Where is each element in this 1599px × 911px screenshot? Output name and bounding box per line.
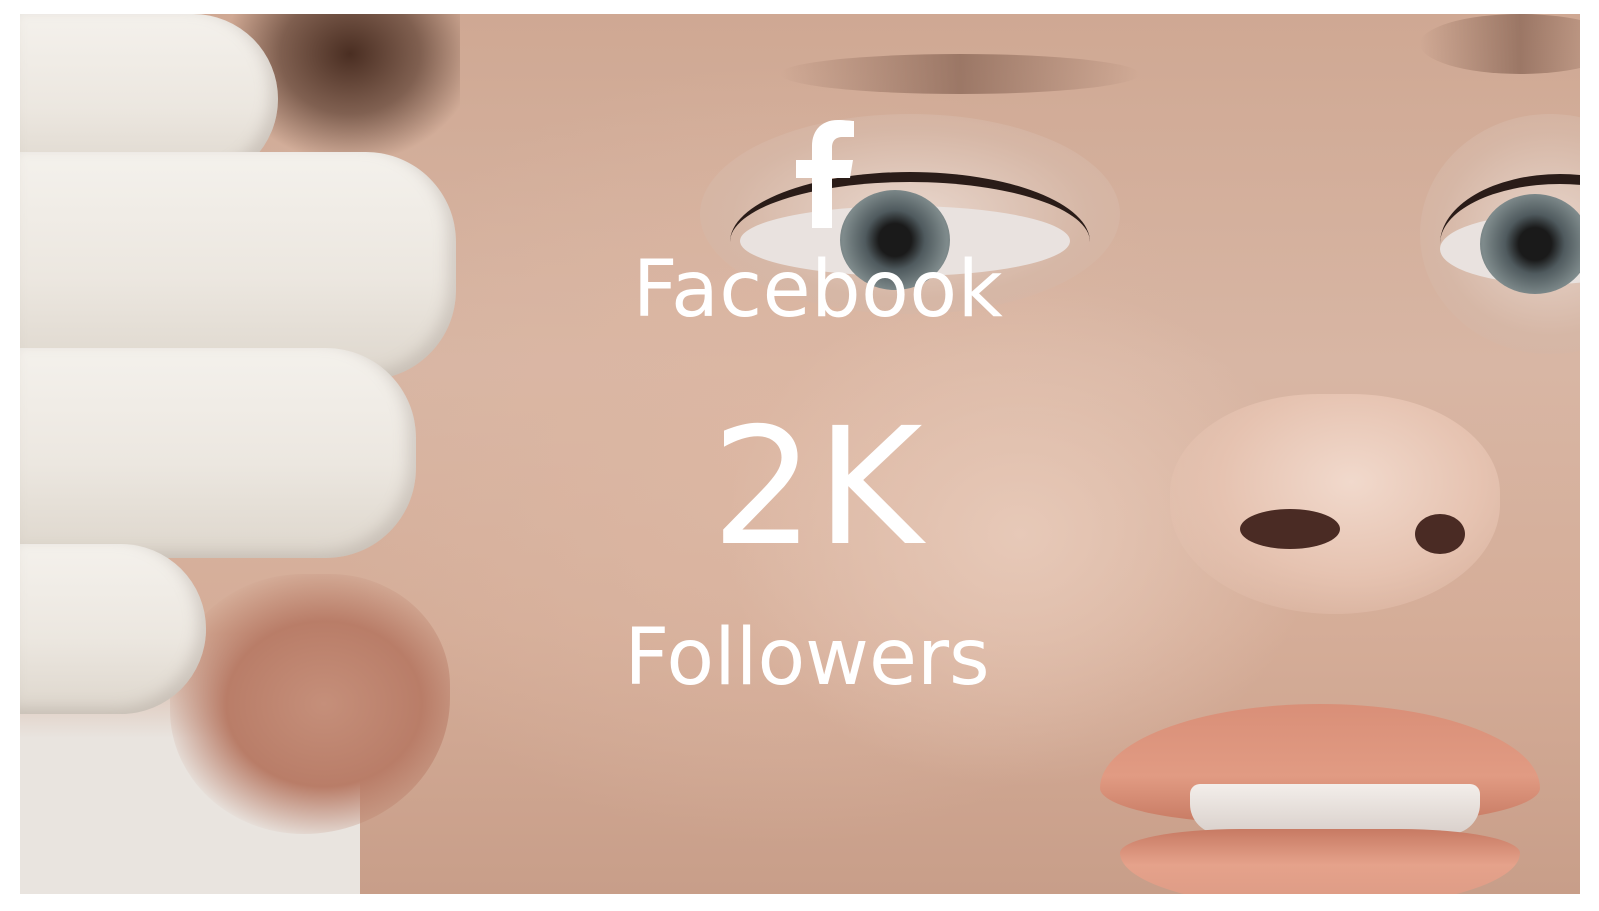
social-stat-banner: Facebook 2K Followers: [0, 0, 1599, 911]
platform-name: Facebook: [632, 245, 1004, 335]
facebook-icon[interactable]: [792, 120, 856, 228]
follower-count: 2K: [711, 394, 925, 582]
count-label: Followers: [624, 613, 990, 703]
stat-overlay: Facebook 2K Followers: [20, 14, 1580, 894]
